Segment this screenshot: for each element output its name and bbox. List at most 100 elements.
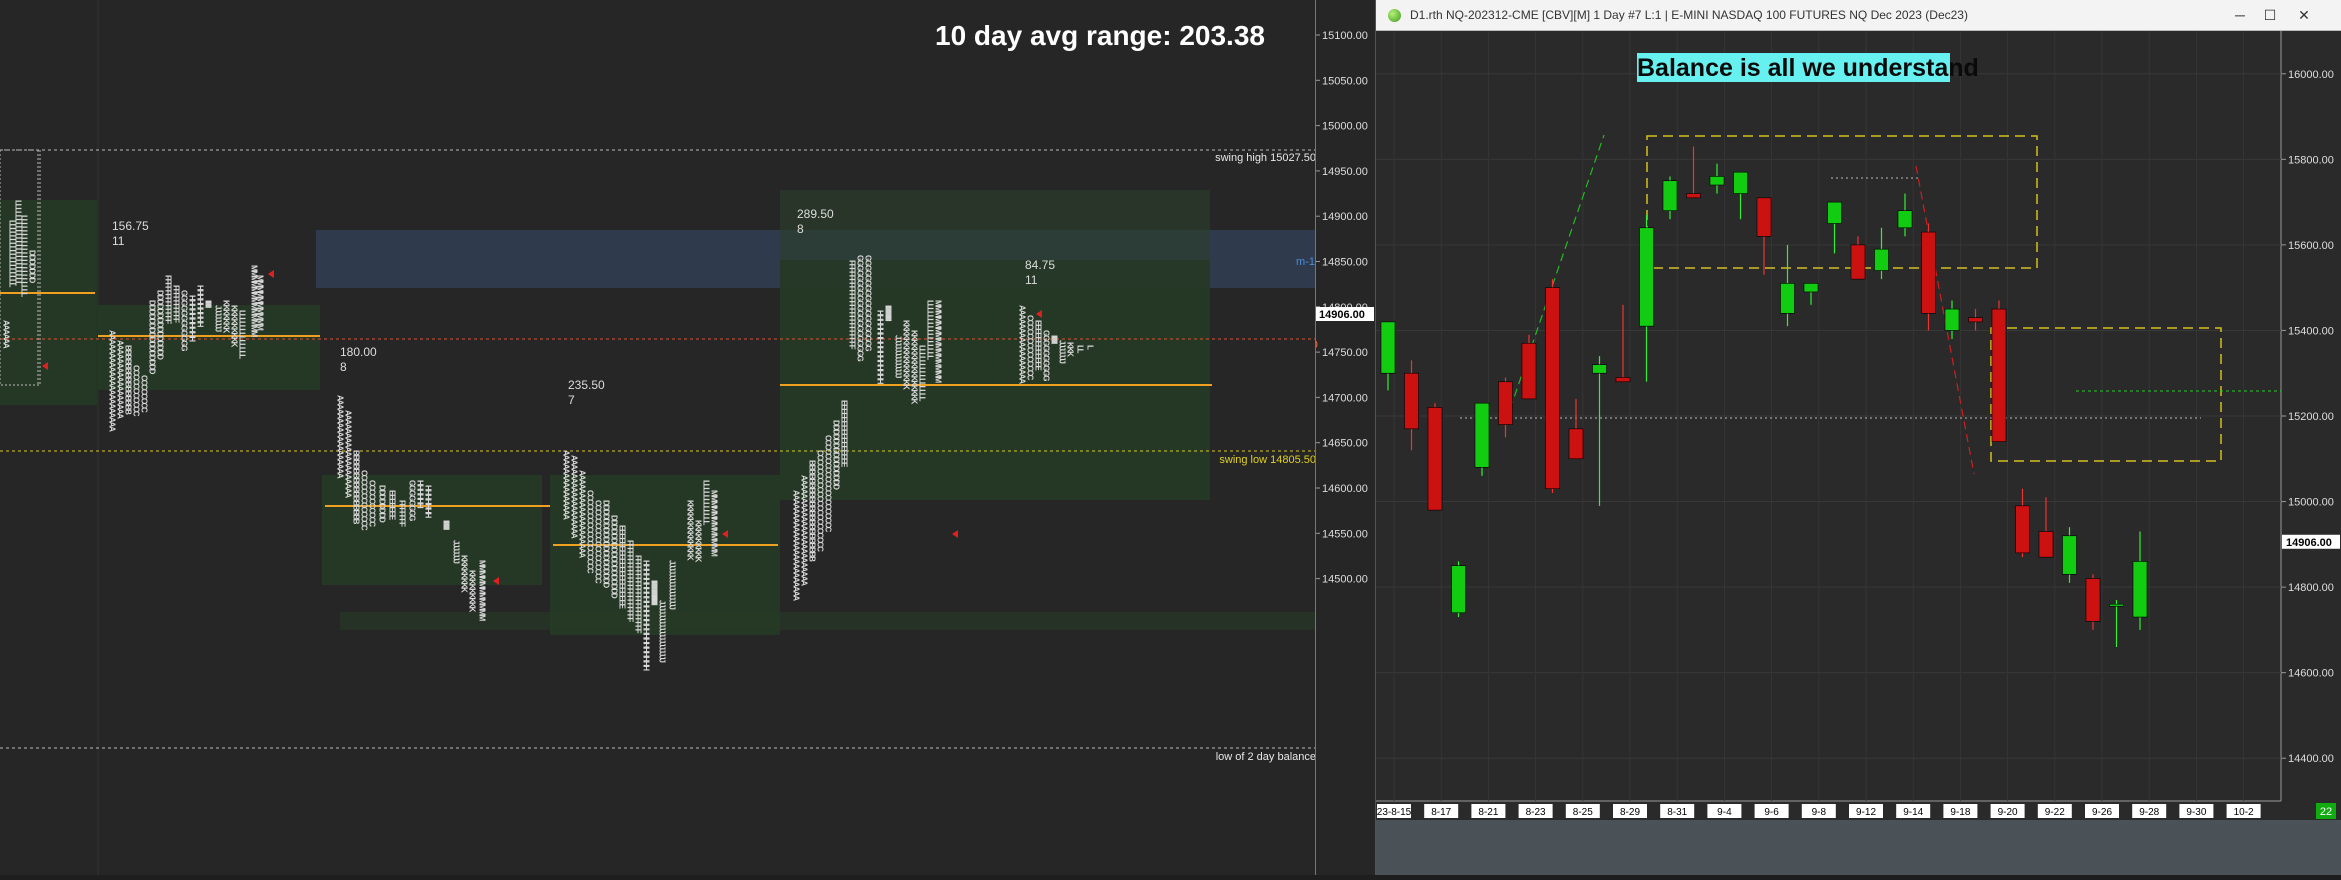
corner-badge: 22 <box>2320 806 2332 818</box>
tpo-column: HHHHHHHHHHHHHHHHHHHHHHHH <box>642 560 651 671</box>
tpo-column: JJJJJJJJJJJJJJJJJJJ <box>658 600 667 662</box>
date-tick-label: 9-6 <box>1764 807 1779 818</box>
price-tick-label: 14400.00 <box>2288 753 2334 765</box>
price-tick-label: 14650.00 <box>1322 438 1368 450</box>
date-tick-label: 9-8 <box>1812 807 1827 818</box>
window-title: D1.rth NQ-202312-CME [CBV][M] 1 Day #7 L… <box>1410 8 1968 22</box>
price-tick-label: 14800.00 <box>2288 582 2334 594</box>
date-tick-label: 9-14 <box>1903 807 1923 818</box>
profile-annotation: 235.50 7 <box>568 378 605 407</box>
tpo-column: FFFFFFF <box>398 500 407 527</box>
current-price-tag: 14906.00 <box>2286 537 2332 549</box>
svg-text:11: 11 <box>112 234 125 248</box>
price-axis-background <box>2281 31 2341 821</box>
date-tick-label: 9-12 <box>1856 807 1876 818</box>
footer-strip <box>1376 820 2341 875</box>
close-button[interactable]: ✕ <box>2286 4 2322 26</box>
tpo-column: EEEEEEEEEEEEEEEE <box>840 400 849 468</box>
tpo-column: CCCCCCCC <box>140 375 149 413</box>
price-tick-label: 14950.00 <box>1322 166 1368 178</box>
svg-text:8: 8 <box>340 360 347 374</box>
market-profile-panel[interactable]: swing high 15027.50 swing low 14805.50 l… <box>0 0 1316 875</box>
svg-text:289.50: 289.50 <box>797 207 834 221</box>
tpo-column: IIIIIIIIIIIIIII <box>884 305 893 321</box>
rotation-marker <box>268 270 274 278</box>
swing-low-label: swing low 14805.50 <box>1219 454 1315 466</box>
candle-body <box>2062 535 2077 575</box>
tpo-column: GGGGGGGGGGGGGGGGGGG <box>864 255 873 351</box>
candle-body <box>2015 505 2030 554</box>
price-tick-label: 15000.00 <box>2288 497 2334 509</box>
current-price-tag: 14906.00 <box>1319 309 1365 321</box>
candle-body <box>1451 565 1466 614</box>
svg-text:8: 8 <box>797 222 804 236</box>
svg-text:11: 11 <box>1025 273 1038 287</box>
tpo-column: IIIIIIIII <box>442 520 451 530</box>
date-tick-label: 9-4 <box>1717 807 1732 818</box>
candle-body <box>1498 381 1513 425</box>
date-tick-label: 9-22 <box>2045 807 2065 818</box>
price-tick-label: 14900.00 <box>1322 211 1368 223</box>
swing-high-label: swing high 15027.50 <box>1215 152 1315 164</box>
two-day-low-label: low of 2 day balance <box>1216 751 1315 763</box>
tpo-column: MMMMMMMMMM <box>256 275 265 331</box>
tpo-column: CCCCCCCCCC <box>368 480 377 527</box>
candle-body <box>1474 402 1490 468</box>
candle-body <box>1921 231 1936 314</box>
candle-body <box>1850 244 1866 280</box>
tpo-column: MMMMMMMMMMM <box>478 560 487 622</box>
svg-text:156.75: 156.75 <box>112 219 149 233</box>
candle-body <box>1733 171 1748 194</box>
banner: Balance is all we understand <box>1637 53 1979 82</box>
candle-body <box>1944 308 1960 331</box>
m1-label: m-1 <box>1296 256 1315 268</box>
candle-body <box>1874 248 1889 271</box>
profile-annotation: 180.00 8 <box>340 345 377 374</box>
tpo-column: KKK <box>1066 342 1075 357</box>
avg-range-headline: 10 day avg range: 203.38 <box>935 20 1265 51</box>
price-tick-label: 14850.00 <box>1322 257 1368 269</box>
left-price-axis[interactable]: 15100.00 15050.00 15000.00 14950.00 14900.00… <box>1272 0 1375 875</box>
candle-body <box>1991 308 2007 442</box>
svg-text:180.00: 180.00 <box>340 345 377 359</box>
price-tick-label: 15000.00 <box>1322 121 1368 133</box>
candle-body <box>1827 201 1842 224</box>
tpo-column: KKKKKKKKK <box>694 520 703 563</box>
market-profile-chart[interactable]: swing high 15027.50 swing low 14805.50 l… <box>0 0 1316 875</box>
tpo-column: KKKKKKKKK <box>468 570 477 613</box>
candle-body <box>1639 227 1654 327</box>
price-tick-label: 15400.00 <box>2288 325 2334 337</box>
date-tick-label: 8-29 <box>1620 807 1640 818</box>
price-tick-label: 15200.00 <box>2288 411 2334 423</box>
price-tick-label: 16000.00 <box>2288 69 2334 81</box>
tpo-column: MMMMMMMMMMMMMMM <box>934 300 943 383</box>
tpo-column: JJJJJJJJJJJJJJJ <box>668 560 677 609</box>
price-tick-label: 15800.00 <box>2288 154 2334 166</box>
candle-body <box>2109 603 2124 607</box>
tpo-column: LLLLLLLLLLLLL <box>238 310 247 359</box>
date-tick-label: 23-8-15 <box>1377 807 1412 818</box>
price-tick-label: 15100.00 <box>1322 30 1368 42</box>
value-area-box <box>780 190 1210 260</box>
candle-body <box>2085 578 2101 622</box>
candlestick-chart[interactable]: 16000.00 15800.00 15600.00 15400.00 15200.00… <box>1376 31 2341 821</box>
date-tick-label: 10-2 <box>2234 807 2254 818</box>
svg-text:235.50: 235.50 <box>568 378 605 392</box>
candle-body <box>1968 317 1983 323</box>
price-tick-label: 14600.00 <box>1322 483 1368 495</box>
tpo-column: IIIIIII <box>204 300 213 308</box>
candlestick-window[interactable]: D1.rth NQ-202312-CME [CBV][M] 1 Day #7 L… <box>1375 0 2341 875</box>
profile-annotation: 156.75 11 <box>112 219 149 248</box>
date-tick-label: 8-21 <box>1478 807 1498 818</box>
price-tick-label: 14700.00 <box>1322 392 1368 404</box>
date-tick-label: 8-23 <box>1526 807 1546 818</box>
price-tick-label: 14750.00 <box>1322 347 1368 359</box>
maximize-button[interactable]: ☐ <box>2252 4 2288 26</box>
candle-body <box>2132 561 2148 618</box>
price-tick-label: 14600.00 <box>2288 668 2334 680</box>
tpo-column: HHHHHHH <box>424 485 433 518</box>
svg-text:7: 7 <box>568 393 575 407</box>
candle-body <box>1427 407 1443 511</box>
red-level-tag: 14890.00 <box>1316 339 1318 351</box>
window-titlebar[interactable]: D1.rth NQ-202312-CME [CBV][M] 1 Day #7 L… <box>1376 0 2341 31</box>
